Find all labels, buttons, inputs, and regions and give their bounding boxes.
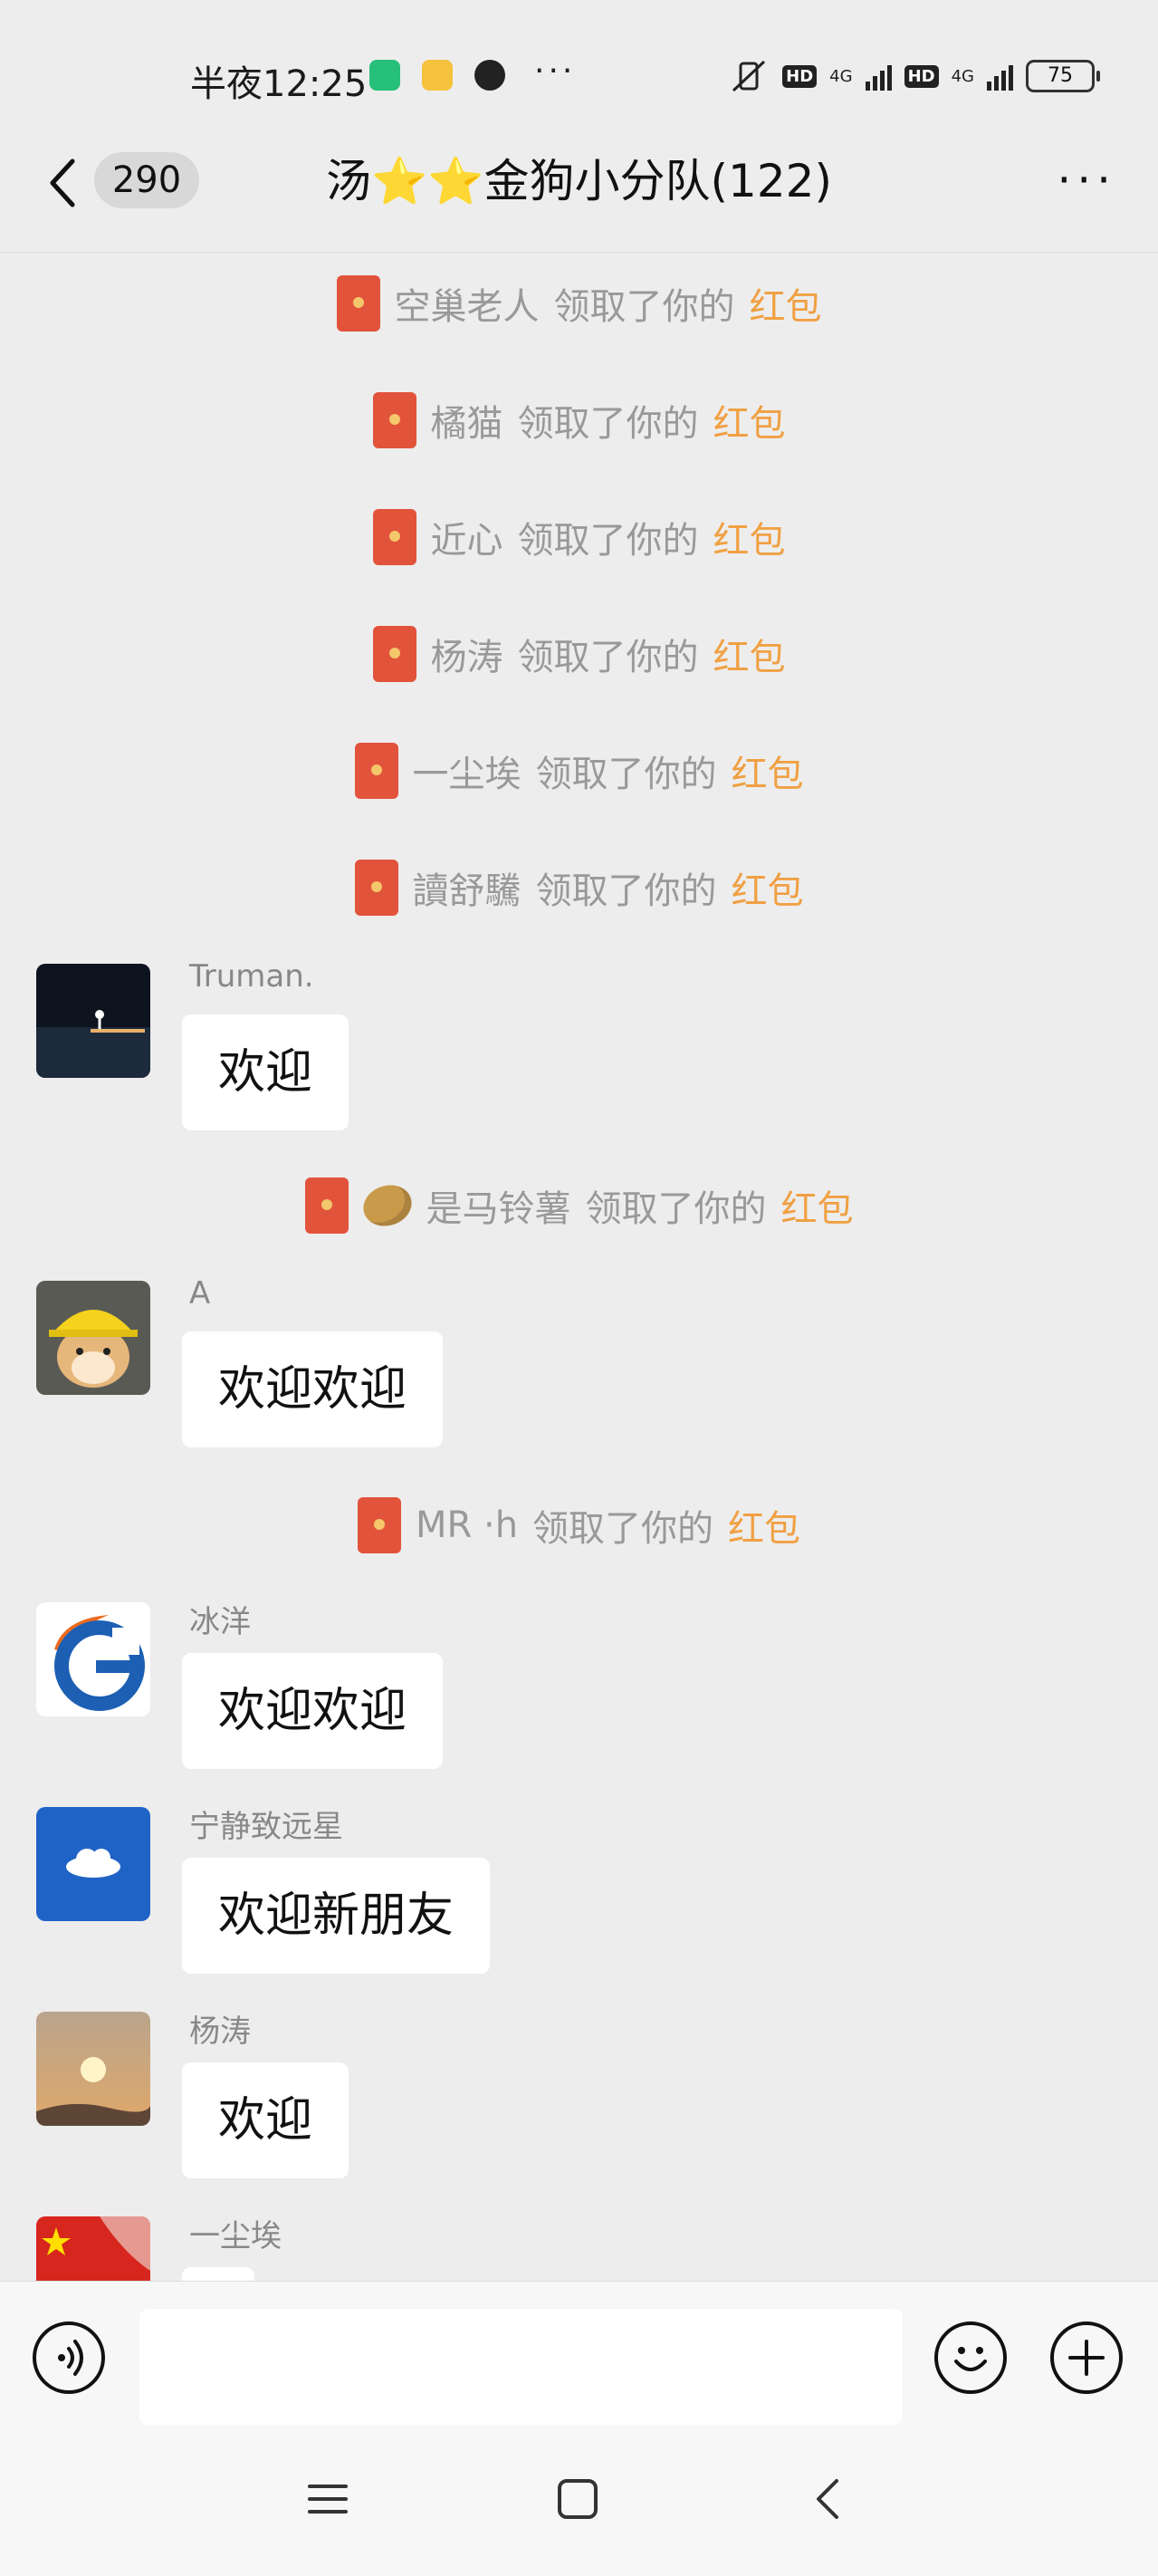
plus-icon xyxy=(1068,2340,1105,2376)
red-packet-link[interactable]: 红包 xyxy=(732,745,804,797)
system-message-text: 领取了你的 xyxy=(585,1188,767,1230)
system-message-name: 是马铃薯 xyxy=(426,1188,571,1230)
red-packet-icon xyxy=(354,860,398,916)
status-time: 半夜12:25 xyxy=(190,63,368,105)
red-packet-link[interactable]: 红包 xyxy=(781,1179,854,1232)
wallet-app-icon xyxy=(422,60,453,91)
system-message-name: 橘猫 xyxy=(430,403,503,445)
avatar[interactable] xyxy=(36,1807,150,1921)
sender-name: A xyxy=(189,1275,211,1312)
avatar[interactable] xyxy=(36,1602,150,1716)
system-message-name: 一尘埃 xyxy=(412,754,522,795)
system-message-name: 杨涛 xyxy=(430,637,503,678)
system-message-text: 领取了你的 xyxy=(517,403,699,445)
signal-icon-2 xyxy=(987,62,1013,91)
message-bubble[interactable]: 欢迎新朋友 xyxy=(182,1858,491,1974)
sender-name: 冰洋 xyxy=(189,1604,251,1640)
red-packet-link[interactable]: 红包 xyxy=(750,277,822,330)
system-message-text: 领取了你的 xyxy=(517,637,699,678)
voice-input-button[interactable] xyxy=(33,2321,105,2394)
add-attachment-button[interactable] xyxy=(1050,2321,1123,2394)
system-message: MR ·h 领取了你的 红包 xyxy=(0,1497,1158,1562)
red-packet-icon xyxy=(357,1497,401,1553)
message-bubble[interactable]: 欢迎 xyxy=(182,1014,349,1130)
system-back-icon[interactable] xyxy=(806,2475,853,2523)
more-options-icon[interactable]: ··· xyxy=(1057,154,1116,207)
message-bubble[interactable]: 欢迎 xyxy=(182,2062,349,2178)
sender-name: Truman. xyxy=(189,958,314,995)
voice-icon xyxy=(58,2340,83,2376)
chat-input-bar xyxy=(0,2281,1158,2431)
red-packet-icon xyxy=(304,1177,349,1234)
sender-name: 杨涛 xyxy=(189,2014,251,2050)
hd-icon-2: HD xyxy=(904,64,939,88)
system-message: 橘猫 领取了你的 红包 xyxy=(0,392,1158,457)
red-packet-icon xyxy=(336,275,380,332)
system-message-text: 领取了你的 xyxy=(535,870,717,912)
chat-title: 汤⭐⭐金狗小分队(122) xyxy=(326,155,832,207)
emoji-button[interactable] xyxy=(934,2321,1007,2394)
chat-header: 290 汤⭐⭐金狗小分队(122) ··· xyxy=(0,127,1158,254)
smiley-icon xyxy=(954,2347,987,2371)
potato-icon xyxy=(358,1178,416,1233)
system-navigation-bar xyxy=(0,2430,1158,2576)
more-notifications-icon: ··· xyxy=(534,53,577,90)
message-bubble[interactable]: 欢迎欢迎 xyxy=(182,1653,444,1769)
red-packet-icon xyxy=(372,626,416,682)
qq-app-icon xyxy=(474,60,505,91)
signal-icon xyxy=(865,62,892,91)
system-message-text: 领取了你的 xyxy=(553,286,735,328)
system-message-text: 领取了你的 xyxy=(535,754,717,795)
hd-icon: HD xyxy=(782,64,818,88)
system-message-text: 领取了你的 xyxy=(517,520,699,562)
system-message: 杨涛 领取了你的 红包 xyxy=(0,626,1158,691)
system-message-name: MR ·h xyxy=(415,1504,519,1546)
red-packet-link[interactable]: 红包 xyxy=(732,861,804,914)
network-label-1: 4G xyxy=(829,66,853,86)
avatar[interactable] xyxy=(36,1281,150,1395)
avatar[interactable] xyxy=(36,2012,150,2126)
message-bubble[interactable]: 欢迎欢迎 xyxy=(182,1331,444,1447)
system-message: 讀舒驣 领取了你的 红包 xyxy=(0,860,1158,925)
red-packet-link[interactable]: 红包 xyxy=(713,511,786,563)
status-indicators: HD 4G HD 4G 75 xyxy=(728,58,1100,94)
system-message: 是马铃薯 领取了你的 红包 xyxy=(0,1177,1158,1243)
red-packet-icon xyxy=(372,509,416,565)
mute-vibrate-icon xyxy=(732,60,766,92)
network-label-2: 4G xyxy=(951,66,974,86)
system-message-name: 空巢老人 xyxy=(394,286,540,328)
system-message: 近心 领取了你的 红包 xyxy=(0,509,1158,574)
home-icon[interactable] xyxy=(554,2475,601,2523)
message-input[interactable] xyxy=(139,2309,903,2425)
red-packet-icon xyxy=(354,743,398,799)
sender-name: 一尘埃 xyxy=(189,2218,282,2254)
red-packet-link[interactable]: 红包 xyxy=(728,1499,800,1552)
red-packet-link[interactable]: 红包 xyxy=(713,628,786,680)
red-packet-icon xyxy=(372,392,416,448)
menu-icon[interactable] xyxy=(304,2475,351,2523)
system-message-name: 讀舒驣 xyxy=(412,870,522,912)
sender-name: 宁静致远星 xyxy=(189,1809,343,1845)
system-message: 空巢老人 领取了你的 红包 xyxy=(0,275,1158,341)
red-packet-link[interactable]: 红包 xyxy=(713,394,786,447)
system-message-text: 领取了你的 xyxy=(532,1508,714,1550)
battery-icon: 75 xyxy=(1026,60,1100,92)
shield-app-icon xyxy=(369,60,400,91)
header-divider xyxy=(0,252,1158,253)
system-message-name: 近心 xyxy=(430,520,503,562)
avatar[interactable] xyxy=(36,964,150,1078)
system-message: 一尘埃 领取了你的 红包 xyxy=(0,743,1158,808)
